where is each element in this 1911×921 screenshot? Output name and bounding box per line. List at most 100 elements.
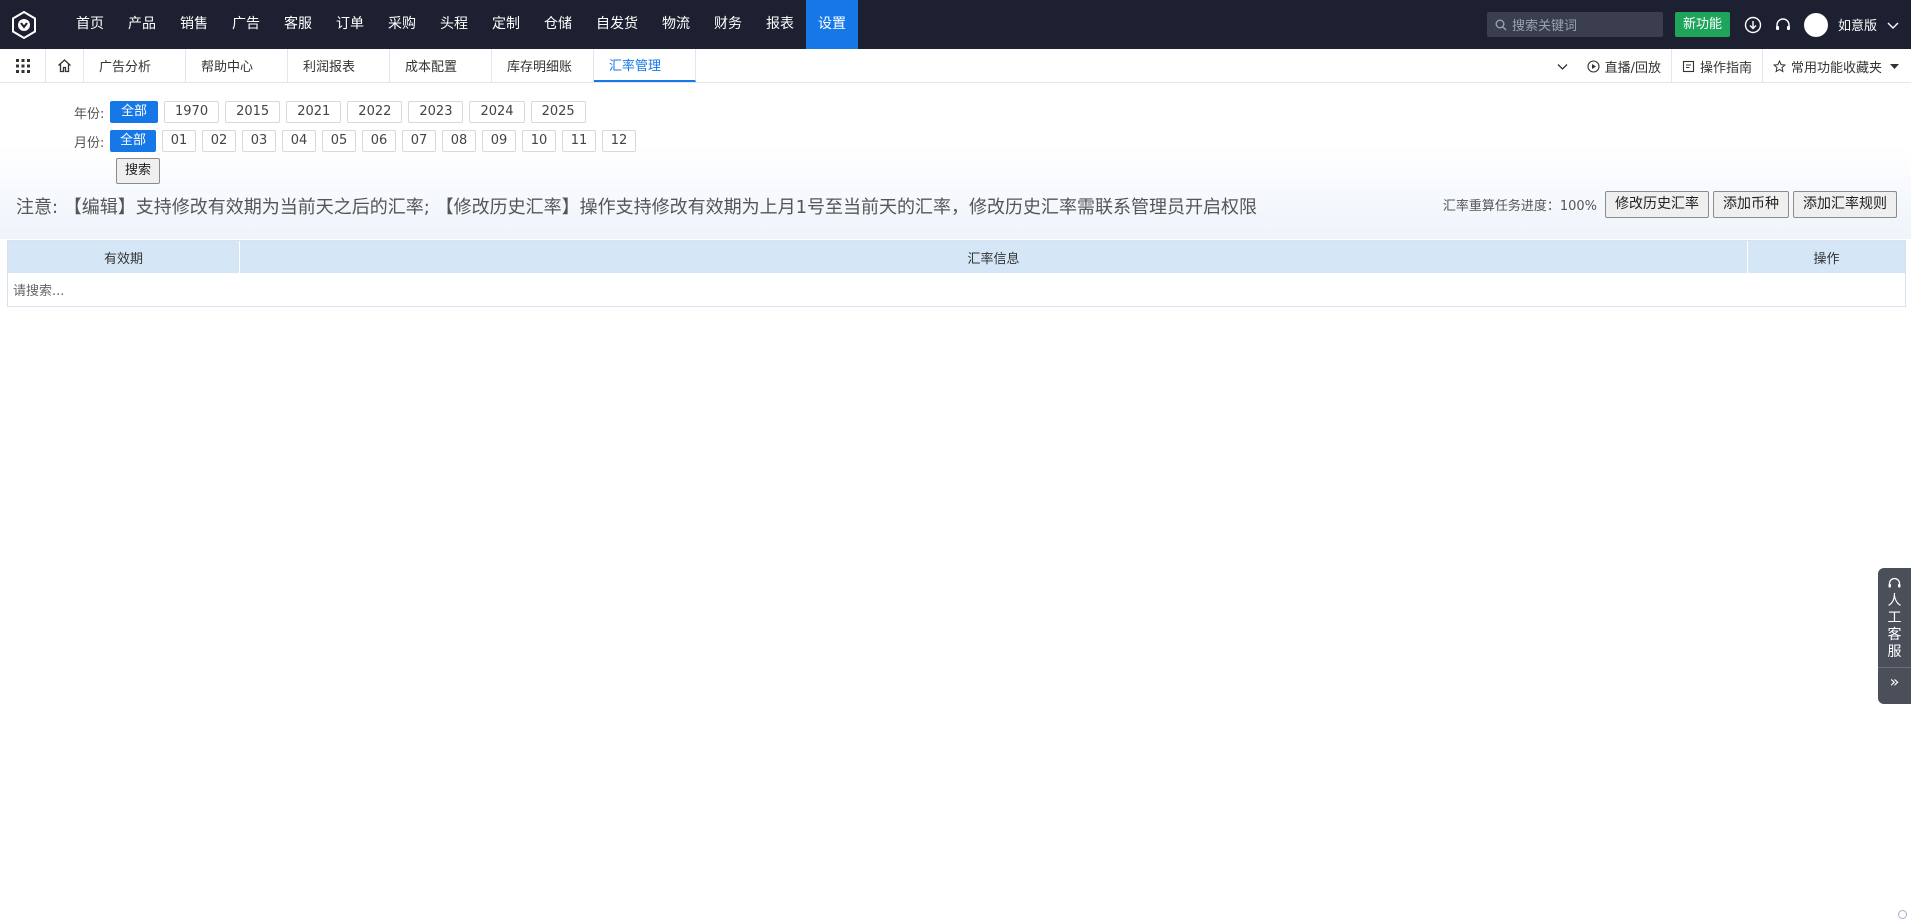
home-icon: [58, 59, 71, 73]
tabs-dropdown-button[interactable]: [1548, 49, 1577, 83]
month-option[interactable]: 11: [562, 130, 596, 152]
recalc-progress-text: 汇率重算任务进度：100%: [1442, 199, 1597, 214]
live-replay-link[interactable]: 直播/回放: [1577, 49, 1671, 83]
nav-item[interactable]: 产品: [116, 0, 168, 49]
month-option[interactable]: 08: [442, 130, 476, 152]
nav-item[interactable]: 财务: [702, 0, 754, 49]
nav-item[interactable]: 自发货: [584, 0, 650, 49]
nav-item[interactable]: 订单: [324, 0, 376, 49]
add-currency-button[interactable]: 添加币种: [1713, 191, 1789, 218]
caret-down-icon: [1890, 63, 1899, 69]
notice-text: 注意: 【编辑】支持修改有效期为当前天之后的汇率; 【修改历史汇率】操作支持修改…: [16, 197, 1258, 218]
year-option[interactable]: 全部: [110, 101, 159, 123]
edit-history-rate-button[interactable]: 修改历史汇率: [1605, 191, 1709, 218]
nav-item[interactable]: 首页: [64, 0, 116, 49]
headset-icon: [1888, 577, 1901, 588]
tab-bar: 广告分析 帮助中心 利润报表 成本配置 库存明细账 汇率管理 直播/回放 操作指南 常用功…: [0, 49, 1911, 83]
year-option[interactable]: 2022: [347, 101, 403, 123]
nav-item[interactable]: 物流: [650, 0, 702, 49]
tab-item[interactable]: 库存明细账: [492, 49, 594, 82]
search-button[interactable]: 搜索: [116, 158, 161, 184]
month-filter-row: 月份: 全部 01 02 03 04 05 06 07 08 09 10 11 12: [74, 130, 642, 152]
nav-item[interactable]: 客服: [272, 0, 324, 49]
favorites-label: 常用功能收藏夹: [1790, 60, 1882, 76]
tab-item[interactable]: 广告分析: [84, 49, 186, 82]
nav-item[interactable]: 头程: [428, 0, 480, 49]
home-tab[interactable]: [46, 49, 84, 82]
user-name[interactable]: 如意版: [1838, 15, 1877, 34]
top-navigation-bar: 首页 产品 销售 广告 客服 订单 采购 头程 定制 仓储 自发货 物流 财务 报表 设置 搜索关键词 新功…: [0, 0, 1911, 49]
nav-item[interactable]: 定制: [480, 0, 532, 49]
grid-icon: [15, 58, 30, 73]
month-option[interactable]: 全部: [110, 130, 156, 152]
live-replay-label: 直播/回放: [1604, 60, 1661, 76]
search-placeholder: 搜索关键词: [1511, 19, 1577, 34]
avatar[interactable]: [1803, 12, 1828, 37]
customer-service-float-panel[interactable]: 人工客服 »: [1878, 568, 1911, 704]
new-feature-button[interactable]: 新功能: [1674, 12, 1730, 37]
app-logo[interactable]: [0, 0, 48, 49]
global-search-input[interactable]: 搜索关键词: [1486, 12, 1663, 37]
nav-item[interactable]: 仓储: [532, 0, 584, 49]
year-filter-row: 年份: 全部 1970 2015 2021 2022 2023 2024 2025: [74, 101, 592, 123]
table-empty-row: 请搜索...: [8, 273, 1905, 306]
customer-service-label: 人工客服: [1887, 593, 1902, 660]
month-option[interactable]: 03: [242, 130, 276, 152]
download-icon: [1744, 16, 1762, 33]
corner-indicator: [1898, 910, 1907, 919]
tab-item[interactable]: 成本配置: [390, 49, 492, 82]
month-option[interactable]: 05: [322, 130, 356, 152]
action-bar: 汇率重算任务进度：100% 修改历史汇率 添加币种 添加汇率规则: [1443, 191, 1897, 218]
add-rate-rule-button[interactable]: 添加汇率规则: [1793, 191, 1897, 218]
month-options: 全部 01 02 03 04 05 06 07 08 09 10 11 12: [110, 130, 642, 152]
headset-icon: [1775, 17, 1790, 30]
tab-item[interactable]: 汇率管理: [594, 49, 696, 82]
year-filter-label: 年份:: [74, 106, 105, 122]
nav-item[interactable]: 销售: [168, 0, 220, 49]
exchange-rate-table: 有效期 汇率信息 操作 请搜索...: [7, 240, 1906, 307]
app-grid-button[interactable]: [0, 49, 46, 82]
expand-panel-icon[interactable]: »: [1890, 672, 1900, 691]
year-option[interactable]: 2021: [286, 101, 342, 123]
tabs: 广告分析 帮助中心 利润报表 成本配置 库存明细账 汇率管理: [84, 49, 696, 82]
year-options: 全部 1970 2015 2021 2022 2023 2024 2025: [110, 101, 592, 123]
month-option[interactable]: 01: [162, 130, 196, 152]
table-empty-text: 请搜索...: [13, 284, 65, 299]
star-icon: [1772, 59, 1786, 73]
column-header-rate-info: 汇率信息: [240, 241, 1748, 273]
year-option[interactable]: 2024: [469, 101, 525, 123]
month-option[interactable]: 02: [202, 130, 236, 152]
operation-guide-label: 操作指南: [1699, 60, 1752, 76]
month-option[interactable]: 04: [282, 130, 316, 152]
guide-icon: [1682, 60, 1695, 72]
table-header: 有效期 汇率信息 操作: [8, 241, 1905, 273]
chevron-down-icon[interactable]: [1885, 17, 1901, 33]
play-circle-icon: [1587, 59, 1600, 73]
float-divider: [1878, 667, 1911, 668]
month-filter-label: 月份:: [74, 135, 105, 151]
year-option[interactable]: 2025: [530, 101, 586, 123]
nav-item[interactable]: 设置: [806, 0, 858, 49]
tab-item[interactable]: 利润报表: [288, 49, 390, 82]
month-option[interactable]: 09: [482, 130, 516, 152]
tab-item[interactable]: 帮助中心: [186, 49, 288, 82]
favorites-dropdown[interactable]: 常用功能收藏夹: [1761, 49, 1911, 83]
column-header-actions: 操作: [1813, 251, 1840, 267]
column-header-validity: 有效期: [8, 241, 240, 273]
operation-guide-link[interactable]: 操作指南: [1670, 49, 1762, 83]
month-option[interactable]: 06: [362, 130, 396, 152]
download-button[interactable]: [1742, 14, 1764, 36]
year-option[interactable]: 2015: [225, 101, 281, 123]
month-option[interactable]: 07: [402, 130, 436, 152]
customer-service-button[interactable]: [1772, 14, 1794, 36]
nav-item[interactable]: 广告: [220, 0, 272, 49]
nav-item[interactable]: 采购: [376, 0, 428, 49]
nav-item[interactable]: 报表: [754, 0, 806, 49]
search-icon: [1495, 19, 1507, 30]
month-option[interactable]: 12: [602, 130, 636, 152]
month-option[interactable]: 10: [522, 130, 556, 152]
filter-panel: 年份: 全部 1970 2015 2021 2022 2023 2024 2025 月份: 全…: [0, 83, 1911, 239]
year-option[interactable]: 1970: [164, 101, 220, 123]
year-option[interactable]: 2023: [408, 101, 464, 123]
logo-icon: [12, 10, 36, 39]
